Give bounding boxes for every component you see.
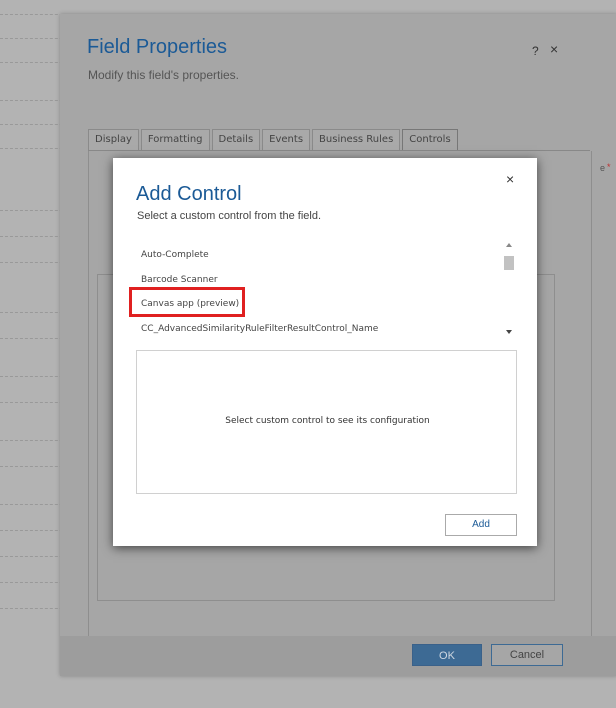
control-list: Auto-Complete Barcode Scanner Canvas app… [129,242,517,342]
background-field-fragment: e [600,163,606,173]
tab-formatting[interactable]: Formatting [140,129,210,150]
tab-business-rules[interactable]: Business Rules [312,129,401,150]
add-control-subtitle: Select a custom control from the field. [137,210,322,222]
cancel-button[interactable]: Cancel [491,644,563,666]
list-item-barcode-scanner[interactable]: Barcode Scanner [141,275,218,285]
tab-events[interactable]: Events [262,129,311,150]
add-control-dialog: × Add Control Select a custom control fr… [113,158,537,546]
configuration-placeholder: Select custom control to see its configu… [225,416,430,426]
tab-details[interactable]: Details [211,129,261,150]
ok-button[interactable]: OK [412,644,482,666]
add-button[interactable]: Add [445,514,517,536]
list-item-cc-advanced-similarity[interactable]: CC_AdvancedSimilarityRuleFilterResultCon… [141,324,378,334]
add-control-title: Add Control [136,183,242,205]
scroll-thumb[interactable] [504,256,514,270]
help-icon[interactable]: ? [532,44,539,58]
list-scrollbar[interactable] [501,240,517,342]
tab-strip: Display Formatting Details Events Busine… [88,129,460,151]
required-asterisk: * [607,162,611,172]
scroll-up-icon[interactable] [506,243,512,247]
list-item-auto-complete[interactable]: Auto-Complete [141,250,209,260]
dialog-title: Field Properties [87,36,228,58]
close-icon[interactable]: × [550,41,558,57]
scroll-down-icon[interactable] [506,330,512,334]
close-icon[interactable]: × [506,171,514,187]
dialog-subtitle: Modify this field's properties. [88,68,240,82]
control-configuration-panel: Select custom control to see its configu… [136,350,517,494]
tab-display[interactable]: Display [88,129,139,150]
tab-controls[interactable]: Controls [402,129,458,150]
highlight-box [129,287,245,317]
